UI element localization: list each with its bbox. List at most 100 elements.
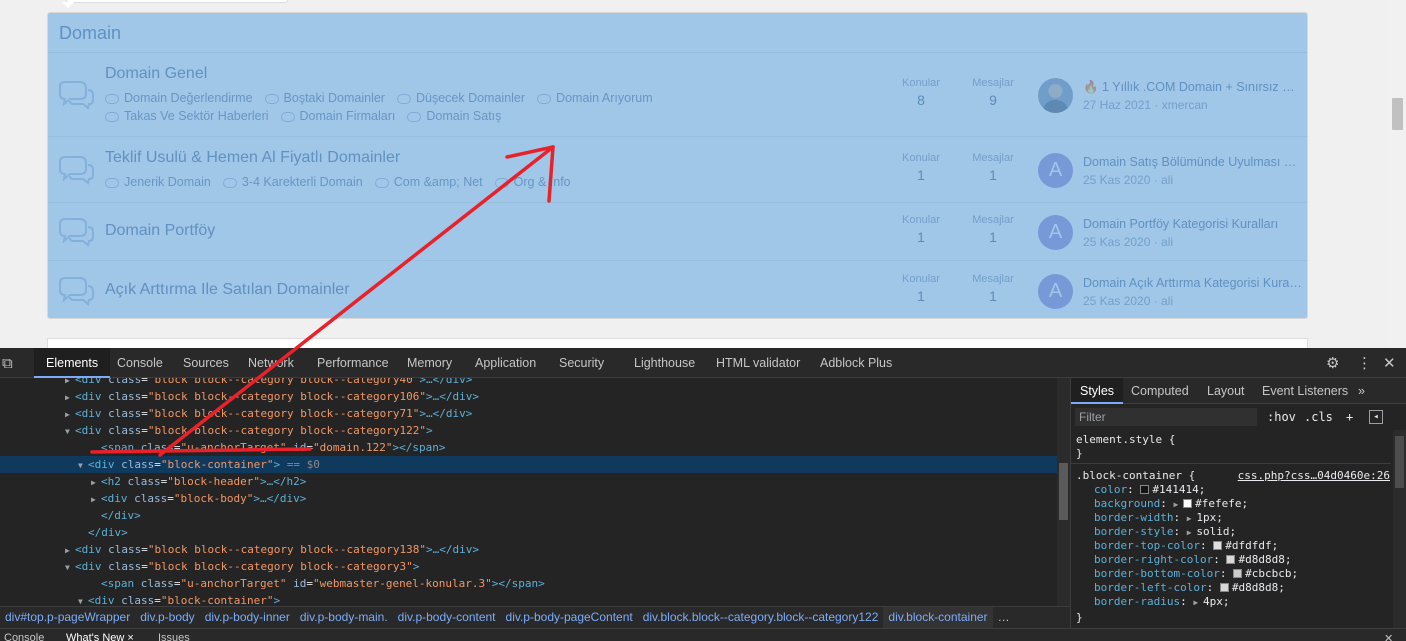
avatar[interactable]: A (1038, 153, 1073, 188)
elements-scrollbar-thumb[interactable] (1059, 463, 1068, 520)
styles-filter-input[interactable]: Filter (1075, 408, 1257, 426)
expand-arrow-icon[interactable]: ▶ (1193, 598, 1203, 607)
styles-scrollbar[interactable] (1393, 430, 1406, 641)
tab-sources[interactable]: Sources (183, 348, 229, 378)
forum-node-title[interactable]: Açık Arttırma Ile Satılan Domainler (105, 281, 350, 299)
expand-toggle-icon[interactable]: ▼ (78, 593, 88, 606)
color-swatch[interactable] (1183, 498, 1193, 508)
avatar[interactable]: A (1038, 215, 1073, 250)
subforum-link[interactable]: Domain Satış (407, 107, 501, 125)
subforum-link[interactable]: Jenerik Domain (105, 173, 211, 191)
expand-toggle-icon[interactable]: ▶ (91, 474, 101, 491)
breadcrumb-item[interactable]: div.p-body-pageContent (501, 607, 638, 628)
dom-node-line[interactable]: ▼ <div class="block block--category block… (0, 558, 1057, 575)
tab-styles[interactable]: Styles (1071, 378, 1124, 404)
cls-button[interactable]: .cls (1304, 408, 1333, 426)
drawer-tab-whats-new[interactable]: What's New × (66, 632, 134, 641)
rule-source-link[interactable]: css.php?css…04d0460e:26 (1238, 469, 1390, 482)
subforum-link[interactable]: Düşecek Domainler (396, 89, 525, 107)
tab-elements[interactable]: Elements (34, 348, 111, 378)
breadcrumb-item[interactable]: … (993, 607, 1015, 628)
expand-toggle-icon[interactable]: ▶ (65, 389, 75, 406)
color-swatch[interactable] (1226, 554, 1236, 564)
css-property[interactable]: border-style: ▶ solid; (1094, 525, 1406, 540)
dom-node-line[interactable]: ▼ <div class="block-container"> (0, 592, 1057, 606)
latest-thread-link[interactable]: Domain Satış Bölümünde Uyulması Gereken … (1083, 155, 1303, 169)
breadcrumb-item[interactable]: div.block-container (883, 607, 993, 628)
hov-button[interactable]: :hov (1267, 408, 1296, 426)
expand-arrow-icon[interactable]: ▶ (1173, 500, 1183, 509)
expand-toggle-icon[interactable]: ▼ (78, 457, 88, 474)
expand-toggle-icon[interactable]: ▶ (65, 406, 75, 423)
subforum-link[interactable]: 3-4 Karekterli Domain (222, 173, 363, 191)
css-property[interactable]: border-radius: ▶ 4px; (1094, 595, 1406, 610)
drawer-tab-issues[interactable]: Issues (158, 632, 190, 641)
subforum-link[interactable]: Domain Firmaları (280, 107, 395, 125)
css-property[interactable]: border-right-color: #d8d8d8; (1094, 553, 1406, 567)
color-swatch[interactable] (1213, 540, 1223, 550)
subforum-link[interactable]: Takas Ve Sektör Haberleri (105, 107, 269, 125)
tab-computed[interactable]: Computed (1131, 378, 1189, 404)
tab-memory[interactable]: Memory (407, 348, 452, 378)
tab-performance[interactable]: Performance (317, 348, 389, 378)
expand-toggle-icon[interactable]: ▼ (65, 559, 75, 576)
css-property[interactable]: color: #141414; (1094, 483, 1406, 497)
expand-toggle-icon[interactable]: ▶ (65, 542, 75, 559)
css-property[interactable]: border-bottom-color: #cbcbcb; (1094, 567, 1406, 581)
css-property[interactable]: border-top-color: #dfdfdf; (1094, 539, 1406, 553)
subforum-link[interactable]: Boştaki Domainler (264, 89, 385, 107)
dom-node-line[interactable]: ▶ <h2 class="block-header">…</h2> (0, 473, 1057, 490)
breadcrumb-item[interactable]: div#top.p-pageWrapper (0, 607, 135, 628)
avatar[interactable] (1038, 78, 1073, 113)
css-property[interactable]: border-left-color: #d8d8d8; (1094, 581, 1406, 595)
breadcrumb-item[interactable]: div.p-body-content (393, 607, 501, 628)
drawer-close-icon[interactable]: ✕ (1384, 632, 1393, 641)
settings-icon[interactable]: ⚙ (1326, 355, 1339, 371)
avatar[interactable]: A (1038, 273, 1073, 309)
breadcrumb-item[interactable]: div.p-body-main. (295, 607, 393, 628)
more-tabs-chevron[interactable]: » (1358, 378, 1365, 404)
latest-thread-link[interactable]: Domain Portföy Kategorisi Kuralları (1083, 217, 1303, 231)
close-icon[interactable]: ✕ (1383, 355, 1396, 371)
dom-node-line[interactable]: <span class="u-anchorTarget" id="webmast… (0, 575, 1057, 592)
css-property[interactable]: border-width: ▶ 1px; (1094, 511, 1406, 526)
device-toolbar-icon[interactable]: ⧉ (2, 355, 13, 371)
elements-scrollbar[interactable] (1057, 378, 1070, 606)
tab-security[interactable]: Security (559, 348, 604, 378)
dom-node-line[interactable]: ▼ <div class="block block--category block… (0, 422, 1057, 439)
color-swatch[interactable] (1233, 568, 1243, 578)
expand-arrow-icon[interactable]: ▶ (1187, 528, 1197, 537)
toggle-sidebar-icon[interactable]: ◂ (1369, 410, 1383, 424)
dom-node-line[interactable]: ▶ <div class="block block--category block… (0, 405, 1057, 422)
expand-arrow-icon[interactable]: ▶ (1187, 514, 1197, 523)
color-swatch[interactable] (1219, 582, 1229, 592)
breadcrumb-item[interactable]: div.p-body (135, 607, 199, 628)
category-header[interactable]: Domain (48, 13, 1307, 53)
element-style-rule[interactable]: element.style { (1076, 433, 1396, 447)
color-swatch[interactable] (1140, 484, 1150, 494)
tab-adblock-plus[interactable]: Adblock Plus (820, 348, 892, 378)
dom-node-line[interactable]: <span class="u-anchorTarget" id="domain.… (0, 439, 1057, 456)
css-property[interactable]: background: ▶ #fefefe; (1094, 497, 1406, 512)
tab-layout[interactable]: Layout (1207, 378, 1245, 404)
elements-tree[interactable]: ▶ <div class="block block--category block… (0, 378, 1057, 606)
dom-node-line[interactable]: ▶ <div class="block block--category block… (0, 541, 1057, 558)
tab-event-listeners[interactable]: Event Listeners (1262, 378, 1348, 404)
page-scrollbar-thumb[interactable] (1392, 98, 1403, 130)
subforum-link[interactable]: Com &amp; Net (374, 173, 483, 191)
new-rule-button[interactable]: + (1346, 408, 1353, 426)
tab-lighthouse[interactable]: Lighthouse (634, 348, 695, 378)
tab-network[interactable]: Network (248, 348, 294, 378)
breadcrumb-item[interactable]: div.block.block--category.block--categor… (638, 607, 884, 628)
dom-node-line[interactable]: </div> (0, 524, 1057, 541)
tab-console[interactable]: Console (117, 348, 163, 378)
subforum-link[interactable]: Domain Değerlendirme (105, 89, 253, 107)
dom-node-line[interactable]: ▶ <div class="block block--category block… (0, 378, 1057, 388)
more-icon[interactable]: ⋮ (1357, 355, 1372, 371)
subforum-link[interactable]: Domain Arıyorum (537, 89, 653, 107)
latest-thread-link[interactable]: Domain Açık Arttırma Kategorisi Kurallar… (1083, 276, 1303, 290)
page-scrollbar[interactable] (1389, 0, 1406, 348)
dom-node-line[interactable]: ▶ <div class="block-body">…</div> (0, 490, 1057, 507)
dom-node-line[interactable]: ▶ <div class="block block--category block… (0, 388, 1057, 405)
forum-node-title[interactable]: Domain Genel (105, 65, 207, 83)
